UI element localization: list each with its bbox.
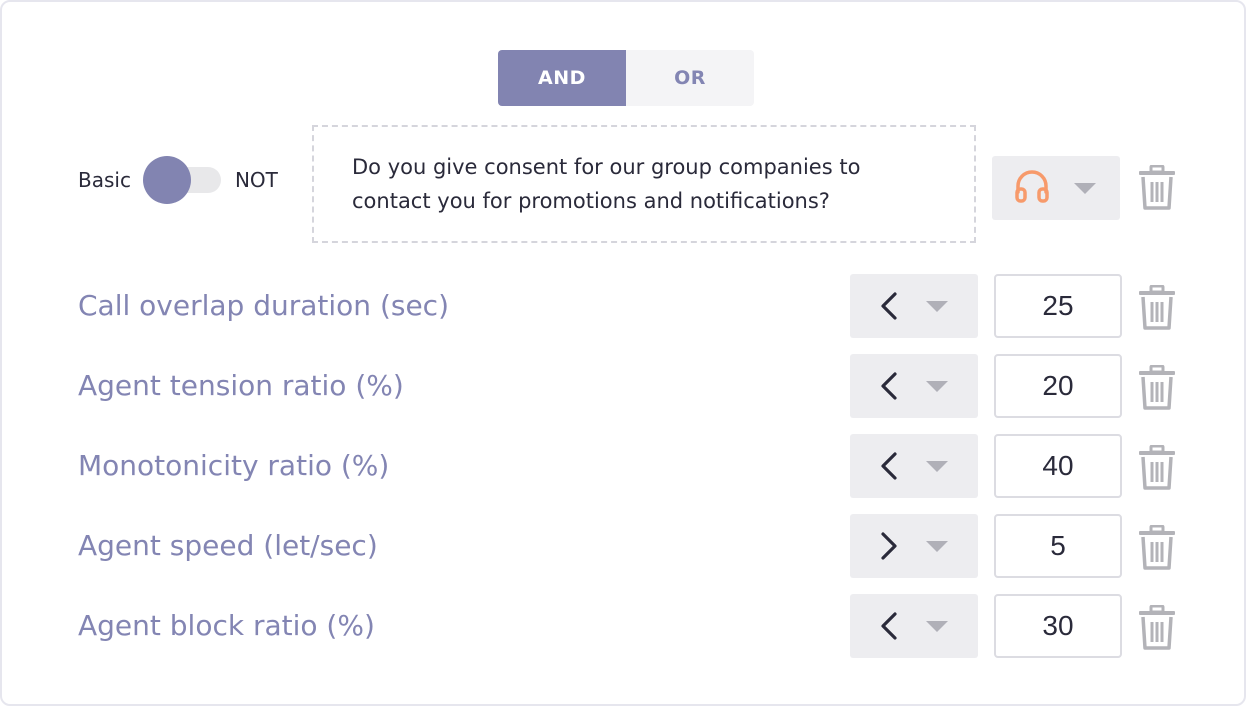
value-input[interactable]: 30 bbox=[994, 594, 1122, 658]
operator-dropdown[interactable] bbox=[850, 434, 978, 498]
basic-not-toggle[interactable] bbox=[142, 154, 223, 206]
delete-row-trash-icon[interactable] bbox=[1136, 444, 1178, 491]
value-input[interactable]: 5 bbox=[994, 514, 1122, 578]
value-input[interactable]: 20 bbox=[994, 354, 1122, 418]
operator-dropdown[interactable] bbox=[850, 274, 978, 338]
basic-not-toggle-row: Basic NOT bbox=[78, 154, 278, 206]
less-than-icon bbox=[878, 610, 900, 642]
metric-label: Call overlap duration (sec) bbox=[78, 289, 449, 322]
metric-label: Agent block ratio (%) bbox=[78, 609, 375, 642]
and-button[interactable]: AND bbox=[498, 50, 626, 106]
toggle-knob bbox=[142, 156, 191, 204]
question-box[interactable]: Do you give consent for our group compan… bbox=[312, 125, 976, 243]
operator-dropdown[interactable] bbox=[850, 354, 978, 418]
delete-row-trash-icon[interactable] bbox=[1136, 284, 1178, 331]
chevron-down-icon bbox=[926, 300, 948, 312]
logic-segmented-control: AND OR bbox=[498, 50, 754, 106]
chevron-down-icon bbox=[926, 460, 948, 472]
metric-label: Agent speed (let/sec) bbox=[78, 529, 378, 562]
metric-label: Monotonicity ratio (%) bbox=[78, 449, 390, 482]
value-input[interactable]: 40 bbox=[994, 434, 1122, 498]
greater-than-icon bbox=[878, 530, 900, 562]
chevron-down-icon bbox=[926, 540, 948, 552]
delete-row-trash-icon[interactable] bbox=[1136, 524, 1178, 571]
operator-dropdown[interactable] bbox=[850, 514, 978, 578]
value-input[interactable]: 25 bbox=[994, 274, 1122, 338]
or-button[interactable]: OR bbox=[626, 50, 754, 106]
question-text: Do you give consent for our group compan… bbox=[352, 155, 861, 213]
less-than-icon bbox=[878, 370, 900, 402]
less-than-icon bbox=[878, 290, 900, 322]
channel-dropdown[interactable] bbox=[992, 156, 1120, 220]
delete-question-trash-icon[interactable] bbox=[1136, 164, 1178, 211]
toggle-label-basic: Basic bbox=[78, 168, 131, 192]
chevron-down-icon bbox=[1074, 182, 1096, 194]
operator-dropdown[interactable] bbox=[850, 594, 978, 658]
chevron-down-icon bbox=[926, 620, 948, 632]
delete-row-trash-icon[interactable] bbox=[1136, 364, 1178, 411]
filter-card: AND OR Basic NOT Do you give consent for… bbox=[0, 0, 1246, 706]
delete-row-trash-icon[interactable] bbox=[1136, 604, 1178, 651]
headphones-icon bbox=[1012, 166, 1052, 210]
toggle-label-not: NOT bbox=[234, 168, 278, 192]
chevron-down-icon bbox=[926, 380, 948, 392]
less-than-icon bbox=[878, 450, 900, 482]
metric-label: Agent tension ratio (%) bbox=[78, 369, 404, 402]
